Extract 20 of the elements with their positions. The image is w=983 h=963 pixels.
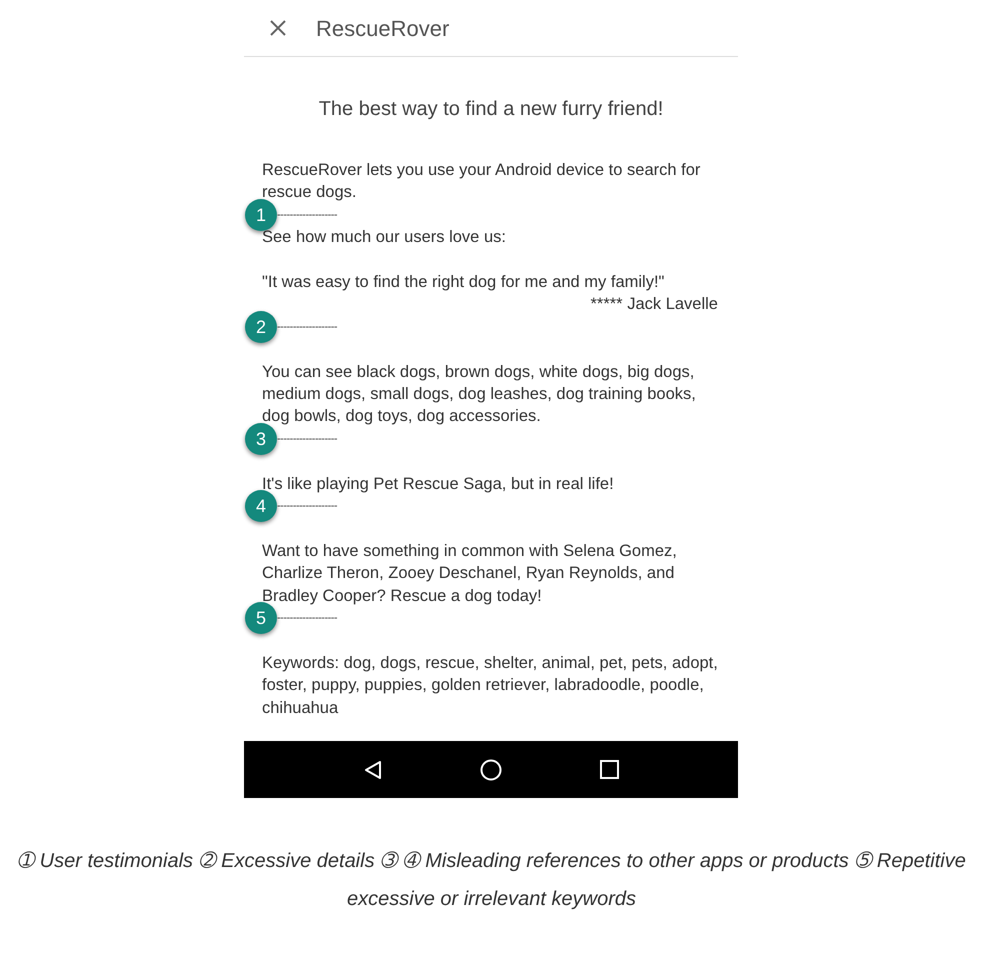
close-icon[interactable] (270, 20, 286, 36)
number-badge: 2 (245, 310, 277, 343)
back-icon[interactable] (362, 760, 383, 780)
tagline: The best way to find a new furry friend! (318, 97, 664, 122)
caption: ➀ User testimonials ➁ Excessive details ➂ ➃ Misleading references to other apps or products ➄ Repetitive excessive or irrelevant keywords (16, 849, 967, 912)
number-badge: 4 (245, 490, 277, 522)
home-icon[interactable] (480, 758, 502, 780)
dashed-divider: ------------------- (277, 208, 338, 223)
dashed-divider: ------------------- (277, 499, 338, 514)
number-badge: 5 (245, 602, 277, 634)
square-icon[interactable] (600, 760, 620, 779)
dashed-divider: ------------------- (277, 320, 338, 335)
dashed-divider: ------------------- (277, 432, 338, 447)
app-title: RescueRover (316, 14, 450, 42)
dashed-divider: ------------------- (277, 611, 338, 626)
description-text: "It was easy to find the right dog for me and my family!" (262, 272, 666, 293)
number-badge: 1 (245, 198, 277, 231)
review-attribution: ***** Jack Lavelle (590, 294, 719, 316)
number-badge: 3 (245, 422, 277, 455)
description-text: Keywords: dog, dogs, rescue, shelter, animal, pet, pets, adopt, foster, puppy, puppies, golden retriever, labradoodle, poodle, chihuahua (262, 652, 719, 719)
